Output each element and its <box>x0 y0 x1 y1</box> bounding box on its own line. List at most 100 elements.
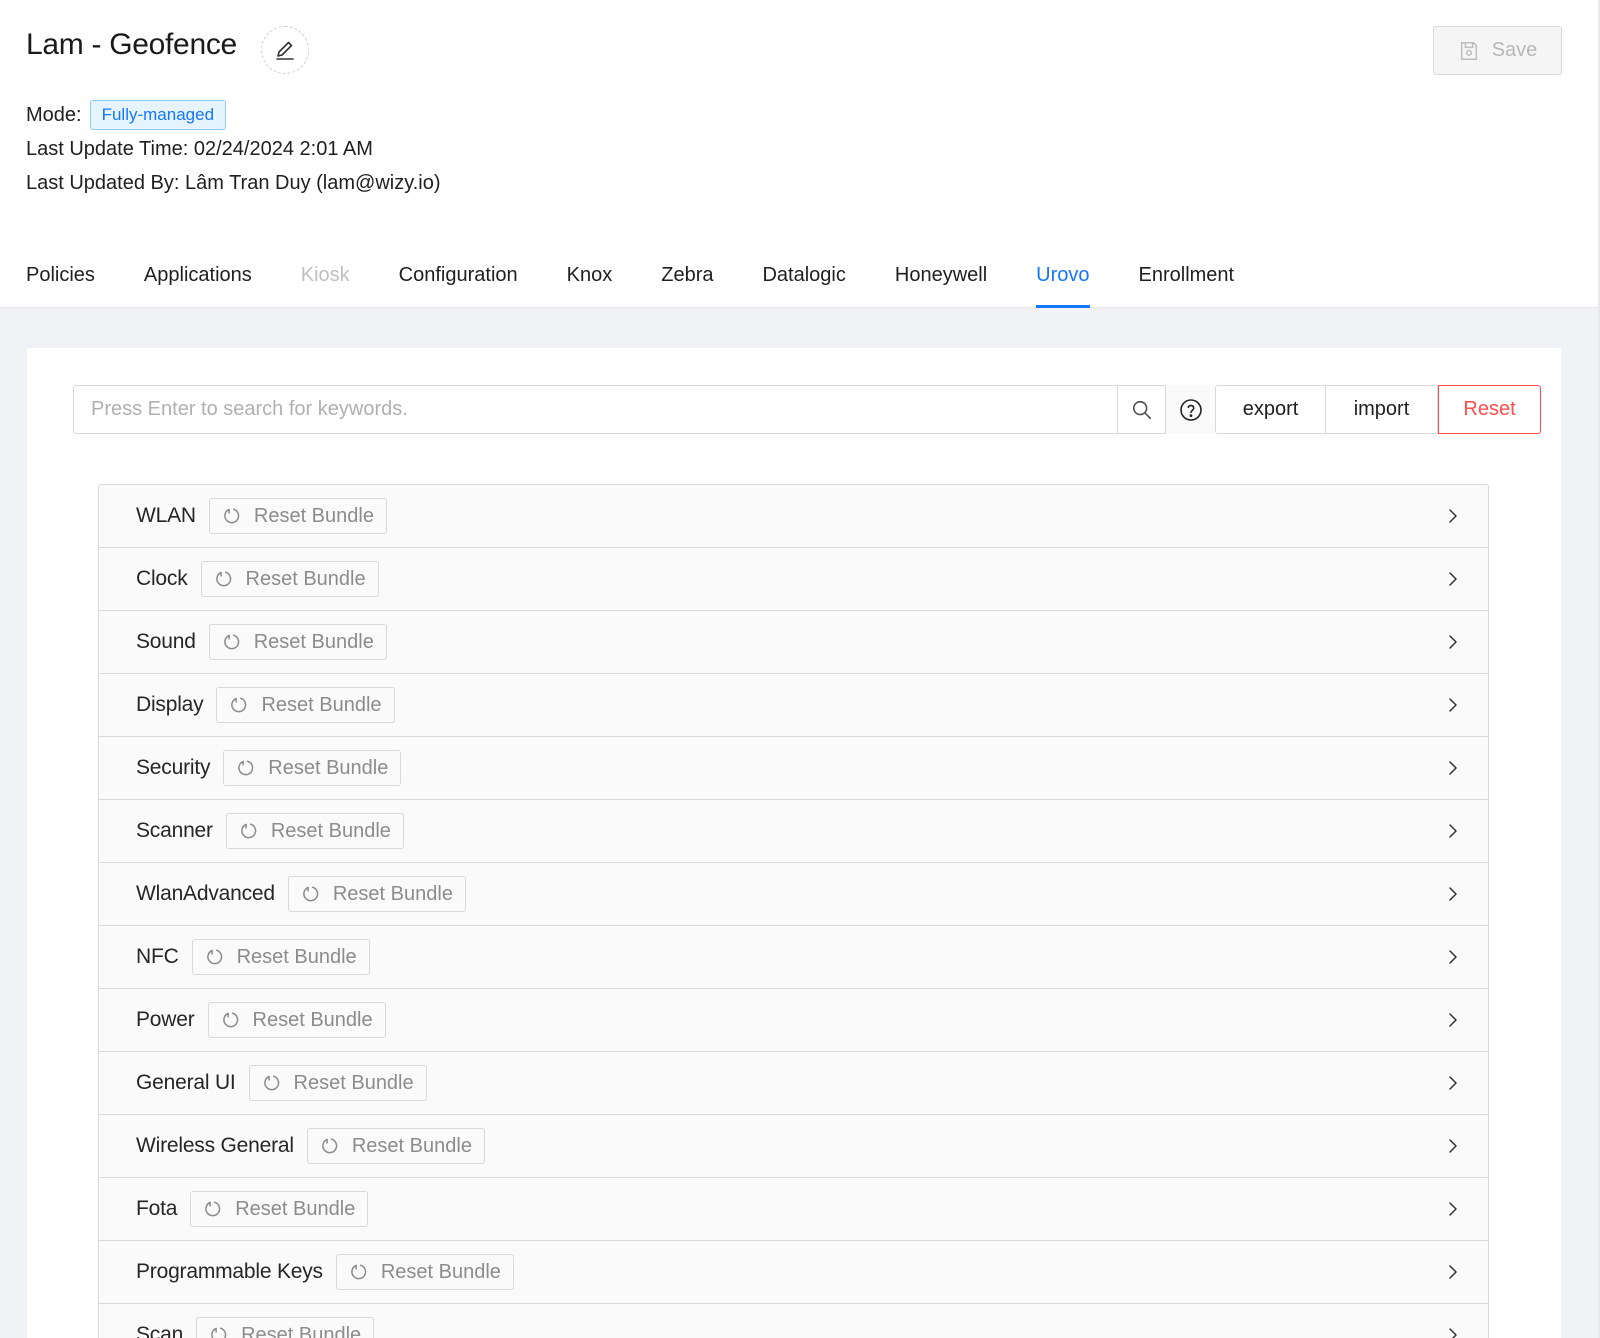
bundle-title: Display <box>136 693 204 716</box>
bundle-title: Power <box>136 1008 195 1031</box>
bundle-row[interactable]: Power Reset Bundle <box>99 989 1488 1052</box>
chevron-right-icon <box>1449 509 1457 523</box>
tab-policies[interactable]: Policies <box>26 264 95 308</box>
reset-bundle-label: Reset Bundle <box>380 1260 501 1283</box>
bundle-row[interactable]: Display Reset Bundle <box>99 674 1488 737</box>
reset-bundle-button[interactable]: Reset Bundle <box>196 1317 375 1338</box>
reset-bundle-button[interactable]: Reset Bundle <box>223 750 402 786</box>
bundle-list: WLAN Reset Bundle Clock Reset Bundle Sound Re… <box>98 484 1489 1338</box>
reset-bundle-label: Reset Bundle <box>252 1008 373 1031</box>
search-input[interactable] <box>74 386 1117 433</box>
content-card: export import Reset WLANReset BundleCloc… <box>27 348 1561 1338</box>
bundle-row[interactable]: Security Reset Bundle <box>99 737 1488 800</box>
save-icon <box>1460 41 1477 60</box>
reset-bundle-label: Reset Bundle <box>241 1323 362 1338</box>
page-header: Lam - Geofence Save Mode: Fully-managed … <box>0 0 1598 308</box>
bundle-row[interactable]: Fota Reset Bundle <box>99 1178 1488 1241</box>
reset-bundle-button[interactable]: Reset Bundle <box>208 498 387 534</box>
reset-bundle-button[interactable]: Reset Bundle <box>191 939 370 975</box>
bundle-row[interactable]: Scanner Reset Bundle <box>99 800 1488 863</box>
reload-icon <box>322 1138 338 1154</box>
reset-bundle-label: Reset Bundle <box>236 945 357 968</box>
chevron-right-icon <box>1449 1265 1457 1279</box>
last-updated-by: Last Updated By: Lâm Tran Duy (lam@wizy.… <box>26 172 441 194</box>
bundle-title: Programmable Keys <box>136 1260 323 1283</box>
reset-bundle-button[interactable]: Reset Bundle <box>225 813 404 849</box>
reload-icon <box>205 1201 221 1217</box>
tab-applications[interactable]: Applications <box>144 264 252 308</box>
reset-bundle-label: Reset Bundle <box>332 882 453 905</box>
bundle-title: Clock <box>136 567 188 590</box>
bundle-row[interactable]: Wireless General Reset Bundle <box>99 1115 1488 1178</box>
reset-bundle-label: Reset Bundle <box>235 1197 356 1220</box>
reload-icon <box>222 1012 238 1028</box>
bundle-title: Sound <box>136 630 196 653</box>
reset-bundle-button[interactable]: Reset Bundle <box>200 561 379 597</box>
reload-icon <box>231 697 247 713</box>
reload-icon <box>223 634 240 650</box>
reload-icon <box>211 1327 227 1338</box>
tab-knox[interactable]: Knox <box>567 264 613 308</box>
reset-bundle-button[interactable]: Reset Bundle <box>248 1065 427 1101</box>
chevron-right-icon <box>1449 1076 1457 1090</box>
chevron-right-icon <box>1449 1202 1457 1216</box>
page-title: Lam - Geofence <box>26 28 237 61</box>
tab-urovo[interactable]: Urovo <box>1036 264 1090 308</box>
tab-enrollment[interactable]: Enrollment <box>1139 264 1235 308</box>
reset-bundle-button[interactable]: Reset Bundle <box>335 1254 514 1290</box>
reset-button[interactable]: Reset <box>1438 385 1541 434</box>
reset-bundle-label: Reset Bundle <box>293 1071 414 1094</box>
reset-bundle-label: Reset Bundle <box>268 756 389 779</box>
chevron-right-icon <box>1449 572 1457 586</box>
reload-icon <box>215 571 231 587</box>
chevron-right-icon <box>1449 950 1457 964</box>
reset-bundle-label: Reset Bundle <box>270 819 391 842</box>
reset-bundle-button[interactable]: Reset Bundle <box>216 687 395 723</box>
reset-bundle-button[interactable]: Reset Bundle <box>306 1128 485 1164</box>
chevron-right-icon <box>1449 635 1457 649</box>
bundle-row[interactable]: WlanAdvanced Reset Bundle <box>99 863 1488 926</box>
tab-configuration[interactable]: Configuration <box>399 264 518 308</box>
reset-bundle-button[interactable]: Reset Bundle <box>190 1191 369 1227</box>
bundle-row[interactable]: Programmable Keys Reset Bundle <box>99 1241 1488 1304</box>
save-button-label: Save <box>1491 39 1538 61</box>
tab-honeywell[interactable]: Honeywell <box>895 264 987 308</box>
search-button[interactable] <box>1117 386 1165 433</box>
bundle-row[interactable]: Clock Reset Bundle <box>99 548 1488 611</box>
reset-bundle-label: Reset Bundle <box>261 693 382 716</box>
bundle-row[interactable]: WLAN Reset Bundle <box>99 485 1488 548</box>
mode-row: Mode: Fully-managed <box>26 100 227 130</box>
chevron-right-icon <box>1449 887 1457 901</box>
import-button[interactable]: import <box>1326 385 1438 434</box>
bundle-row[interactable]: General UI Reset Bundle <box>99 1052 1488 1115</box>
reload-icon <box>263 1075 279 1091</box>
bundle-title: Wireless General <box>136 1134 294 1157</box>
bundle-row[interactable]: NFC Reset Bundle <box>99 926 1488 989</box>
bundle-title: NFC <box>136 945 179 968</box>
reload-icon <box>224 508 240 524</box>
chevron-right-icon <box>1449 1139 1457 1153</box>
tab-kiosk: Kiosk <box>300 264 350 286</box>
edit-title-button[interactable] <box>261 26 309 74</box>
reload-icon <box>351 1264 367 1280</box>
bundle-title: WLAN <box>136 504 196 527</box>
reset-bundle-label: Reset Bundle <box>351 1134 472 1157</box>
tab-zebra[interactable]: Zebra <box>661 264 713 308</box>
pencil-icon <box>276 41 294 60</box>
chevron-right-icon <box>1449 1013 1457 1027</box>
help-button[interactable] <box>1166 385 1215 434</box>
chevron-right-icon <box>1449 698 1457 712</box>
bundle-row[interactable]: Scan Reset Bundle <box>99 1304 1488 1338</box>
reset-bundle-label: Reset Bundle <box>245 567 366 590</box>
reset-bundle-label: Reset Bundle <box>253 630 374 653</box>
tab-datalogic[interactable]: Datalogic <box>762 264 845 308</box>
reset-bundle-button[interactable]: Reset Bundle <box>287 876 466 912</box>
reset-bundle-button[interactable]: Reset Bundle <box>207 1002 386 1038</box>
reset-bundle-button[interactable]: Reset Bundle <box>208 624 387 660</box>
export-button[interactable]: export <box>1215 385 1326 434</box>
chevron-right-icon <box>1449 761 1457 775</box>
save-button[interactable]: Save <box>1433 26 1562 75</box>
bundle-row[interactable]: Sound Reset Bundle <box>99 611 1488 674</box>
bundle-title: Fota <box>136 1197 178 1220</box>
reload-icon <box>303 886 319 902</box>
